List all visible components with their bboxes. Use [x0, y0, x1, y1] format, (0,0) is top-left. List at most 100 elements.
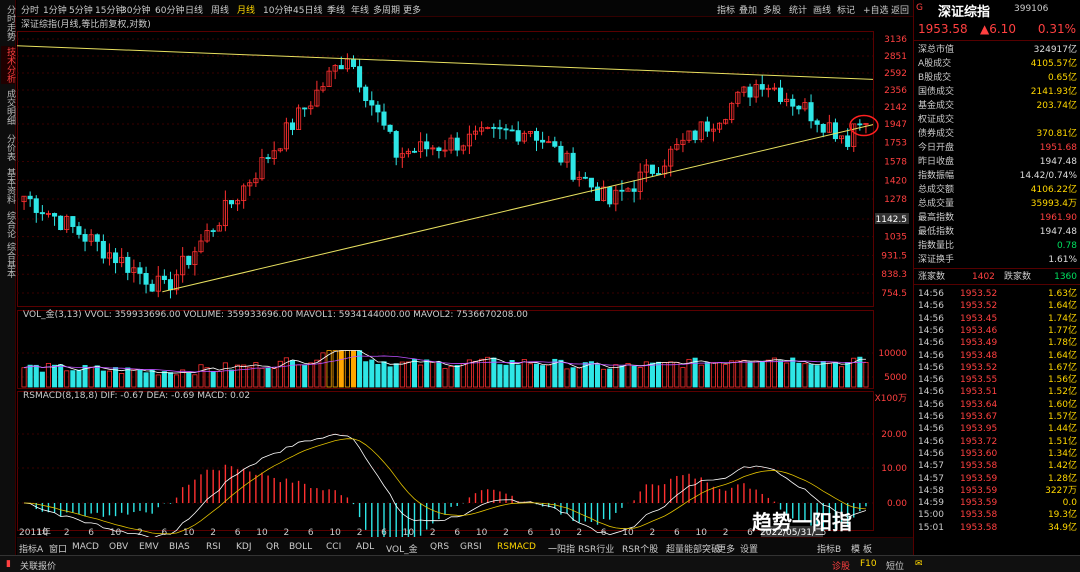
volume-bar	[588, 361, 594, 388]
indicator-tab-1[interactable]: 窗口	[49, 542, 67, 555]
volume-bar	[698, 364, 704, 388]
tick-amount: 1.63亿	[1047, 289, 1077, 299]
indicator-tab-12[interactable]: VOL_金	[386, 542, 418, 555]
tick-amount: 1.78亿	[1047, 338, 1077, 349]
tab-technical-analysis[interactable]: 技术分析	[1, 46, 15, 84]
macd-tick-label: 0.00	[887, 499, 907, 509]
period-tab-6[interactable]: 日线	[185, 3, 203, 16]
info-value: 1947.48	[1039, 227, 1077, 237]
period-tab-4[interactable]: 30分钟	[121, 3, 150, 16]
tick-time: 14:56	[918, 387, 944, 398]
volume-bar	[808, 364, 814, 388]
indicator-b-0[interactable]: 指标B	[817, 542, 841, 555]
period-tab-1[interactable]: 1分钟	[43, 3, 67, 16]
period-tab-11[interactable]: 季线	[327, 3, 345, 16]
candle-body	[588, 177, 594, 188]
info-row: 总成交额 4106.22亿	[918, 184, 1077, 196]
toolbar-action-7[interactable]: 返回	[891, 3, 909, 16]
indicator-tab-13[interactable]: QRS	[430, 542, 449, 552]
info-key: 指数振幅	[918, 171, 955, 181]
period-tab-13[interactable]: 多周期	[373, 3, 400, 16]
indicator-tab-4[interactable]: EMV	[139, 542, 159, 552]
period-tab-14[interactable]: 更多	[403, 3, 421, 16]
volume-bar	[558, 359, 564, 388]
volume-bar	[442, 368, 448, 388]
tab-trade-details[interactable]: 成交明细	[1, 88, 15, 126]
macd-indicator-label: RSMACD(8,18,8) DIF: -0.67 DEA: -0.69 MAC…	[23, 391, 250, 401]
info-value: 324917亿	[1033, 45, 1077, 55]
indicator-tab-14[interactable]: GRSI	[460, 542, 482, 552]
indicator-tab-5[interactable]: BIAS	[169, 542, 190, 552]
volume-bar	[716, 362, 723, 388]
toolbar-action-0[interactable]: 指标	[717, 3, 735, 16]
indicator-tab-18[interactable]: RSR个股	[622, 542, 658, 555]
period-tab-8[interactable]: 月线	[237, 3, 255, 16]
f10-button[interactable]: F10	[860, 559, 877, 569]
indicator-tab-7[interactable]: KDJ	[236, 542, 252, 552]
fall-count: 1360	[1054, 272, 1077, 282]
period-tab-5[interactable]: 60分钟	[155, 3, 184, 16]
candle-body	[302, 107, 308, 110]
short-button[interactable]: 短位	[886, 559, 904, 572]
chart-area[interactable]: 深证综指(月线,等比前复权,对数) 3136 2851 2592 2356 2142 19…	[16, 17, 913, 561]
candle-body	[631, 188, 637, 192]
diagnose-button[interactable]: 诊股	[832, 559, 850, 572]
tab-composite-basic[interactable]: 综合基本	[1, 242, 15, 278]
price-tick-label: 3136	[884, 35, 907, 45]
candle-body	[350, 58, 357, 67]
period-tab-0[interactable]: 分时	[21, 3, 39, 16]
period-tab-2[interactable]: 5分钟	[69, 3, 93, 16]
info-key: B股成交	[918, 73, 952, 83]
volume-bar	[381, 361, 387, 388]
period-tab-7[interactable]: 周线	[211, 3, 229, 16]
price-tick-label: 1947	[884, 120, 907, 130]
info-row: 深总市值 324917亿	[918, 44, 1077, 56]
indicator-tab-11[interactable]: ADL	[356, 542, 374, 552]
indicator-b-2[interactable]: 板	[863, 542, 872, 555]
tick-price: 1953.52	[960, 362, 998, 373]
chat-icon[interactable]: ✉	[915, 559, 923, 569]
tick-amount: 1.77亿	[1047, 325, 1077, 336]
volume-bar	[70, 370, 76, 388]
tab-composite[interactable]: 综合论	[1, 208, 15, 240]
volume-bar	[509, 360, 515, 388]
indicator-tab-21[interactable]: 设置	[740, 542, 758, 555]
indicator-tab-3[interactable]: OBV	[109, 542, 128, 552]
tab-fundamentals[interactable]: 基本资料	[1, 166, 15, 206]
tick-time: 14:56	[918, 289, 944, 299]
tab-price-table[interactable]: 分价表	[1, 130, 15, 164]
indicator-tab-16[interactable]: 一阳指	[548, 542, 575, 555]
indicator-tab-17[interactable]: RSR行业	[578, 542, 614, 555]
toolbar-action-5[interactable]: 标记	[837, 3, 855, 16]
volume-bar	[692, 357, 698, 388]
indicator-tab-0[interactable]: 指标A	[19, 542, 43, 555]
period-tab-12[interactable]: 年线	[351, 3, 369, 16]
tab-intraday[interactable]: 分时走势	[1, 4, 15, 42]
indicator-tab-19[interactable]: 超量能部突破	[666, 542, 720, 555]
linked-quote[interactable]: 关联报价	[20, 559, 56, 572]
info-row: 深证换手 1.61%	[918, 254, 1077, 266]
volume-bar	[430, 361, 436, 388]
indicator-tab-2[interactable]: MACD	[72, 542, 99, 552]
toolbar-action-3[interactable]: 统计	[789, 3, 807, 16]
indicator-tab-6[interactable]: RSI	[206, 542, 221, 552]
candle-body	[161, 275, 167, 280]
indicator-tab-8[interactable]: QR	[266, 542, 279, 552]
period-tab-10[interactable]: 45日线	[293, 3, 322, 16]
chart-svg[interactable]: 深证综指(月线,等比前复权,对数) 3136 2851 2592 2356 2142 19…	[16, 17, 913, 561]
indicator-tab-10[interactable]: CCI	[326, 542, 341, 552]
indicator-b-1[interactable]: 模	[851, 542, 860, 555]
volume-bar	[137, 369, 143, 388]
volume-bar	[76, 369, 82, 388]
toolbar-action-6[interactable]: +自选	[863, 3, 889, 16]
toolbar-action-2[interactable]: 多股	[763, 3, 781, 16]
toolbar-action-4[interactable]: 画线	[813, 3, 831, 16]
volume-bar	[33, 364, 39, 388]
period-tab-9[interactable]: 10分钟	[263, 3, 292, 16]
indicator-tab-20[interactable]: 更多	[717, 542, 735, 555]
toolbar-action-1[interactable]: 叠加	[739, 3, 757, 16]
indicator-tab-15[interactable]: RSMACD	[497, 542, 536, 552]
indicator-tab-9[interactable]: BOLL	[289, 542, 312, 552]
price-tick-label: 1420	[884, 176, 907, 186]
tick-amount: 19.3亿	[1047, 510, 1077, 521]
